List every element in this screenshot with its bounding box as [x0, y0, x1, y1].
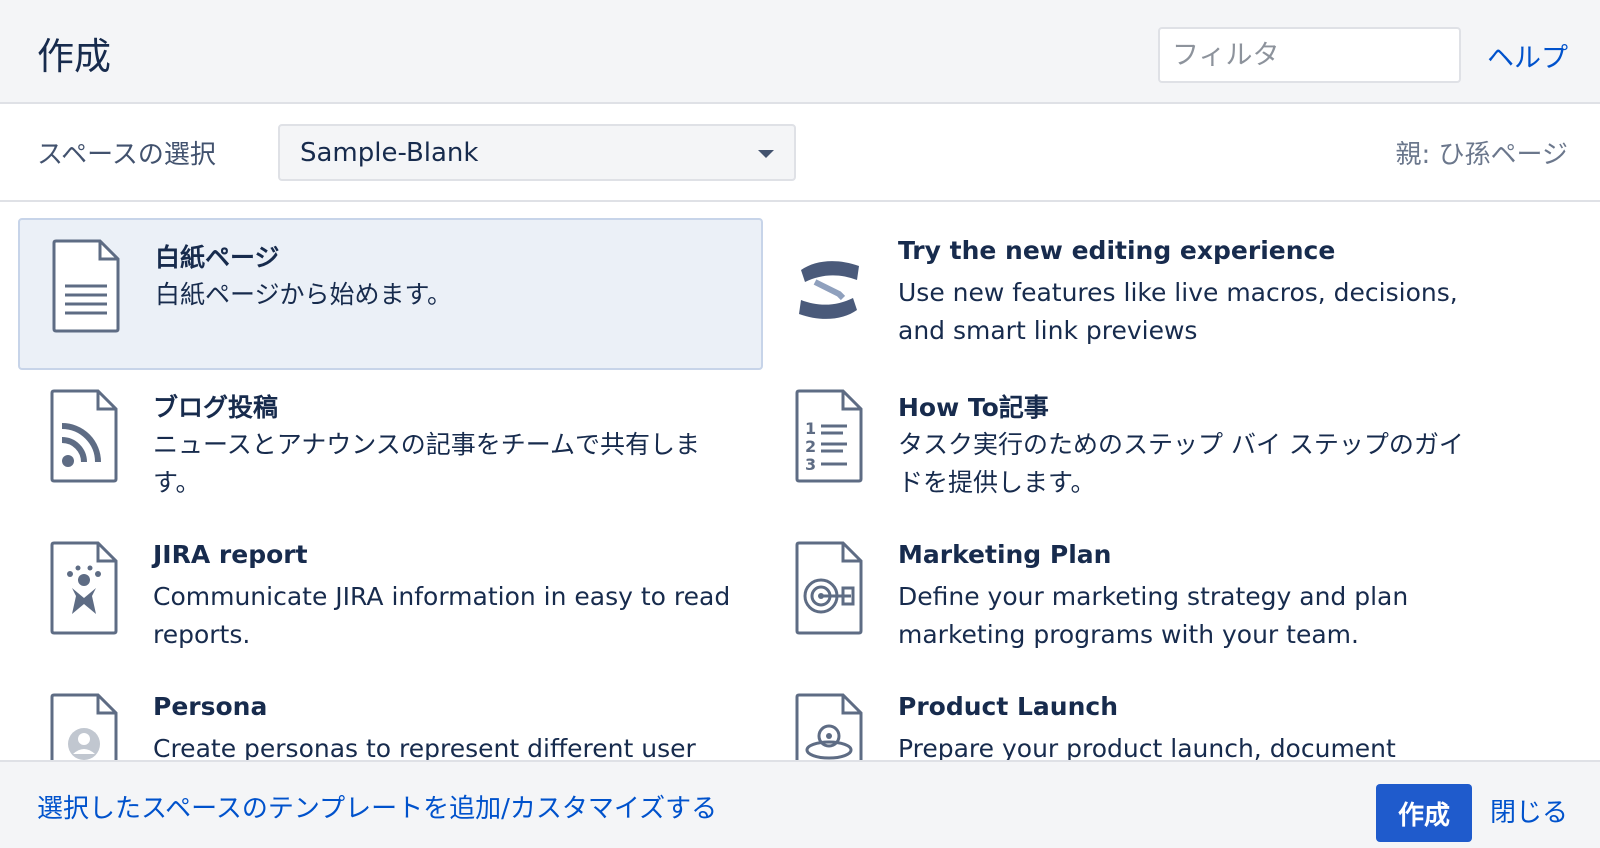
template-card[interactable]: Try the new editing experience Use new f… [763, 218, 1508, 370]
svg-text:2: 2 [805, 437, 816, 456]
template-description: Communicate JIRA information in easy to … [153, 582, 731, 649]
template-card[interactable]: ブログ投稿 ニュースとアナウンスの記事をチームで共有します。 [18, 370, 763, 522]
svg-text:1: 1 [805, 419, 816, 438]
template-description: 白紙ページから始めます。 [155, 280, 453, 309]
parent-page-label: 親: ひ孫ページ [1395, 140, 1568, 170]
template-title: JIRA report [153, 540, 308, 569]
person-icon [48, 692, 120, 760]
template-description: タスク実行のためのステップ バイ ステップのガイドを提供します。 [898, 430, 1464, 497]
customize-templates-link[interactable]: 選択したスペースのテンプレートを追加/カスタマイズする [37, 788, 717, 825]
rss-icon [48, 388, 120, 484]
template-description: Define your marketing strategy and plan … [898, 582, 1409, 649]
template-title: Product Launch [898, 692, 1119, 721]
help-link[interactable]: ヘルプ [1487, 36, 1568, 75]
gears-icon [793, 692, 865, 760]
space-select-dropdown[interactable]: Sample-Blank [278, 124, 796, 181]
template-description: Create personas to represent different u… [153, 734, 696, 760]
template-card[interactable]: 白紙ページ 白紙ページから始めます。 [18, 218, 763, 370]
dialog-footer: 選択したスペースのテンプレートを追加/カスタマイズする 作成 閉じる [0, 760, 1600, 848]
dialog-title: 作成 [37, 35, 111, 78]
space-select-value: Sample-Blank [300, 138, 479, 168]
template-title: How To記事 [898, 393, 1049, 422]
filter-input[interactable] [1158, 27, 1461, 83]
jira-icon [48, 540, 120, 636]
space-selector-bar: スペースの選択 Sample-Blank 親: ひ孫ページ [0, 104, 1600, 202]
template-title: 白紙ページ [155, 243, 280, 272]
template-title: Try the new editing experience [898, 236, 1336, 265]
space-select-label: スペースの選択 [37, 140, 216, 170]
template-card[interactable]: Persona Create personas to represent dif… [18, 674, 763, 760]
template-list: 白紙ページ 白紙ページから始めます。 Try the new editing e… [0, 204, 1600, 760]
template-card[interactable]: JIRA report Communicate JIRA information… [18, 522, 763, 674]
svg-text:3: 3 [805, 455, 816, 474]
dialog-header: 作成 ヘルプ [0, 0, 1600, 104]
template-description: ニュースとアナウンスの記事をチームで共有します。 [153, 430, 701, 497]
template-description: Prepare your product launch, document [898, 734, 1396, 760]
chevron-down-icon [758, 150, 774, 158]
template-card[interactable]: Product Launch Prepare your product laun… [763, 674, 1508, 760]
numbered-list-icon: 1 2 3 [793, 388, 865, 484]
close-link[interactable]: 閉じる [1490, 792, 1568, 829]
template-title: ブログ投稿 [153, 393, 279, 422]
confluence-logo-icon [793, 236, 865, 332]
template-description: Use new features like live macros, decis… [898, 278, 1458, 345]
template-card[interactable]: Marketing Plan Define your marketing str… [763, 522, 1508, 674]
blank-page-icon [50, 238, 122, 334]
template-title: Marketing Plan [898, 540, 1112, 569]
template-card[interactable]: 1 2 3 How To記事 タスク実行のためのステップ バイ ステップのガイド… [763, 370, 1508, 522]
create-button[interactable]: 作成 [1376, 784, 1472, 842]
template-title: Persona [153, 692, 268, 721]
target-icon [793, 540, 865, 636]
